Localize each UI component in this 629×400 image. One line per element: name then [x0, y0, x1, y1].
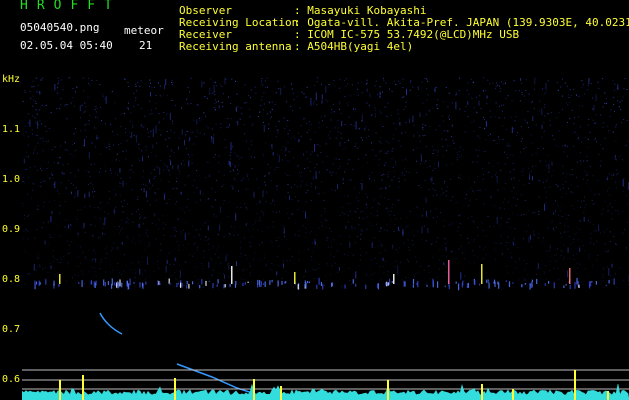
- y-tick-1.0: 1.0: [2, 174, 21, 185]
- filename: 05040540.png: [20, 21, 100, 34]
- meteor-label: meteor: [124, 24, 164, 37]
- hrofft-logo: HROFFT: [20, 0, 121, 13]
- y-tick-0.9: 0.9: [2, 224, 21, 235]
- datetime: 02.05.04 05:40: [20, 39, 113, 52]
- info-label: Receiving antenna: [179, 40, 292, 53]
- y-tick-0.6: 0.6: [2, 374, 21, 385]
- unit-label: kHz: [2, 74, 21, 85]
- y-tick-0.7: 0.7: [2, 324, 21, 335]
- spectrogram: [22, 77, 629, 400]
- y-tick-0.8: 0.8: [2, 274, 21, 285]
- spectrogram-background: [22, 77, 629, 400]
- meteor-count: 21: [139, 39, 153, 52]
- y-tick-1.1: 1.1: [2, 124, 21, 135]
- info-value: : A504HB(yagi 4el): [294, 40, 414, 53]
